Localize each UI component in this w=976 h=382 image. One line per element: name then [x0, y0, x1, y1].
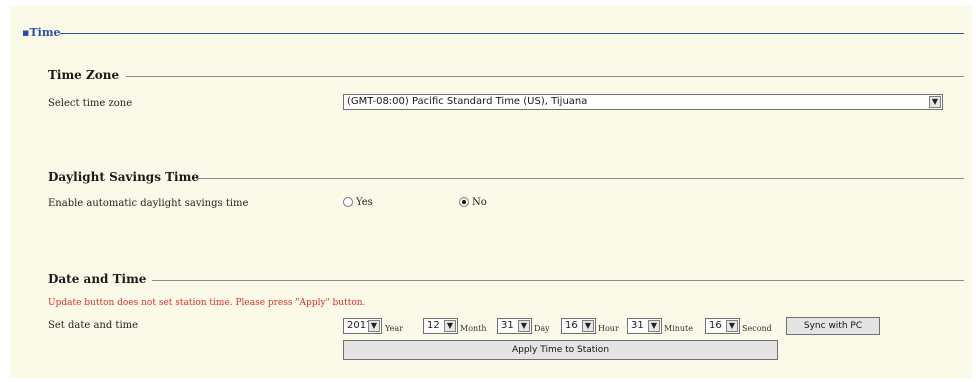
section-title: ▪Time: [22, 26, 61, 39]
chevron-down-icon[interactable]: ▼: [726, 320, 738, 332]
chevron-down-icon[interactable]: ▼: [582, 320, 594, 332]
year-unit: Year: [385, 324, 403, 333]
dst-no-label: No: [472, 197, 487, 208]
section-title-text: Time: [29, 26, 61, 39]
dst-divider: [196, 178, 964, 179]
year-select[interactable]: 2017 ▼: [343, 318, 382, 334]
hour-select[interactable]: 16 ▼: [561, 318, 596, 334]
chevron-down-icon[interactable]: ▼: [518, 320, 530, 332]
apply-warning: Update button does not set station time.…: [48, 298, 366, 308]
minute-select-value: 31: [631, 320, 644, 331]
dst-no-radio[interactable]: [459, 197, 469, 207]
section-divider: [60, 33, 964, 34]
date-time-heading: Date and Time: [48, 272, 147, 286]
time-zone-divider: [126, 76, 964, 77]
date-time-label: Set date and time: [48, 320, 139, 331]
date-time-divider: [152, 280, 964, 281]
dst-label: Enable automatic daylight savings time: [48, 198, 249, 209]
time-zone-select[interactable]: (GMT-08:00) Pacific Standard Time (US), …: [343, 94, 943, 110]
hour-select-value: 16: [565, 320, 578, 331]
dst-heading: Daylight Savings Time: [48, 170, 199, 184]
minute-select[interactable]: 31 ▼: [627, 318, 662, 334]
day-select-value: 31: [501, 320, 514, 331]
hour-unit: Hour: [598, 324, 619, 333]
apply-time-button[interactable]: Apply Time to Station: [343, 340, 778, 360]
month-unit: Month: [460, 324, 487, 333]
chevron-down-icon[interactable]: ▼: [444, 320, 456, 332]
time-zone-label: Select time zone: [48, 98, 133, 109]
chevron-down-icon[interactable]: ▼: [648, 320, 660, 332]
second-select[interactable]: 16 ▼: [705, 318, 740, 334]
chevron-down-icon[interactable]: ▼: [368, 320, 380, 332]
second-unit: Second: [742, 324, 772, 333]
sync-with-pc-button[interactable]: Sync with PC: [786, 317, 880, 335]
dst-yes-radio[interactable]: [343, 197, 353, 207]
chevron-down-icon[interactable]: ▼: [929, 96, 941, 108]
dst-yes-label: Yes: [356, 197, 373, 208]
day-unit: Day: [534, 324, 550, 333]
month-select[interactable]: 12 ▼: [423, 318, 458, 334]
time-zone-heading: Time Zone: [48, 68, 120, 82]
day-select[interactable]: 31 ▼: [497, 318, 532, 334]
minute-unit: Minute: [664, 324, 694, 333]
month-select-value: 12: [427, 320, 440, 331]
second-select-value: 16: [709, 320, 722, 331]
time-zone-select-value: (GMT-08:00) Pacific Standard Time (US), …: [347, 96, 588, 107]
